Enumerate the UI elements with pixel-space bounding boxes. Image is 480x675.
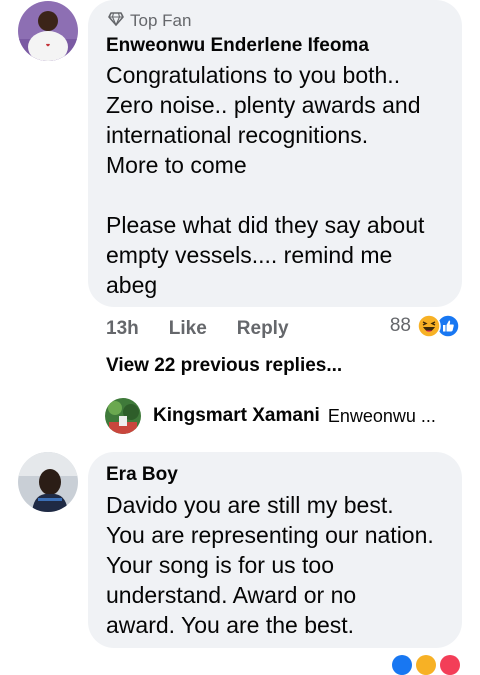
- reaction-count: 88: [389, 315, 411, 336]
- like-reaction-icon-partial: [392, 655, 412, 675]
- comment-text: Congratulations to you both.. Zero noise…: [106, 62, 425, 298]
- comment-timestamp[interactable]: 13h: [106, 318, 139, 340]
- reply-preview[interactable]: Kingsmart Xamani Enweonwu ...: [105, 398, 436, 434]
- comment-author-2[interactable]: Era Boy: [106, 464, 178, 486]
- reaction-summary[interactable]: 88: [390, 314, 460, 338]
- haha-reaction-icon-partial: [416, 655, 436, 675]
- comment-author[interactable]: Enweonwu Enderlene Ifeoma: [106, 35, 369, 57]
- view-previous-replies-link[interactable]: View 22 previous replies...: [106, 355, 342, 377]
- avatar-enweonwu[interactable]: ❤: [18, 1, 78, 61]
- top-fan-badge: Top Fan: [108, 10, 191, 32]
- comment-text-2: Davido you are still my best. You are re…: [106, 492, 434, 638]
- avatar-image: ❤: [18, 1, 78, 61]
- badge-label: Top Fan: [130, 11, 192, 30]
- reaction-icons-partial: [392, 655, 460, 675]
- comment-actions: 13h Like Reply: [106, 316, 319, 342]
- svg-text:❤: ❤: [46, 43, 50, 49]
- avatar-era-boy[interactable]: [18, 452, 78, 512]
- avatar-image-2: [18, 452, 78, 512]
- reply-text: Enweonwu ...: [327, 405, 436, 426]
- haha-reaction-icon: [417, 314, 441, 338]
- reply-button[interactable]: Reply: [237, 318, 289, 340]
- love-reaction-icon-partial: [440, 655, 460, 675]
- reply-author: Kingsmart Xamani: [153, 405, 320, 426]
- avatar-kingsmart: [105, 398, 141, 434]
- like-button[interactable]: Like: [169, 318, 207, 340]
- diamond-icon: [108, 11, 124, 31]
